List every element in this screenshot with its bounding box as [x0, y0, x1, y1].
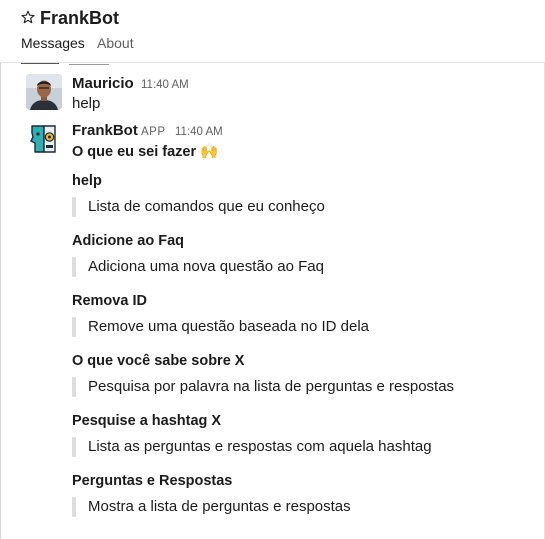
- avatar[interactable]: [26, 121, 62, 157]
- message-timestamp[interactable]: 11:40 AM: [175, 126, 223, 138]
- app-badge: APP: [141, 126, 166, 138]
- message-text: O que eu sei fazer 🙌: [72, 144, 219, 160]
- command-description: Lista de comandos que eu conheço: [88, 198, 325, 215]
- command-description: Lista as perguntas e respostas com aquel…: [88, 438, 432, 455]
- command-title: Adicione ao Faq: [72, 233, 184, 249]
- command-title: Remova ID: [72, 293, 147, 309]
- message-timestamp[interactable]: 11:40 AM: [141, 79, 189, 91]
- command-title: Pesquise a hashtag X: [72, 413, 222, 429]
- command-title: Perguntas e Respostas: [72, 473, 233, 489]
- channel-header: FrankBot Messages About: [0, 0, 545, 63]
- channel-title: FrankBot: [40, 8, 120, 28]
- message-text: help: [72, 95, 101, 112]
- tab-about[interactable]: About: [97, 35, 134, 51]
- window-left-border: [0, 0, 1, 539]
- avatar[interactable]: [26, 74, 62, 110]
- bot-avatar-image: [29, 124, 59, 154]
- star-icon[interactable]: [21, 10, 35, 24]
- quote-bar: [72, 377, 76, 397]
- user-avatar-image: [26, 74, 62, 110]
- quote-bar: [72, 437, 76, 457]
- message-sender[interactable]: FrankBot: [72, 122, 138, 139]
- quote-bar: [72, 497, 76, 517]
- quote-bar: [72, 257, 76, 277]
- quote-bar: [72, 197, 76, 217]
- command-description: Pesquisa por palavra na lista de pergunt…: [88, 378, 455, 395]
- command-description: Mostra a lista de perguntas e respostas: [88, 498, 351, 515]
- command-description: Adiciona uma nova questão ao Faq: [88, 258, 324, 275]
- message-sender[interactable]: Mauricio: [72, 75, 134, 92]
- quote-bar: [72, 317, 76, 337]
- command-title: O que você sabe sobre X: [72, 353, 245, 369]
- command-title: help: [72, 173, 102, 189]
- tab-messages[interactable]: Messages: [21, 35, 85, 51]
- command-description: Remove uma questão baseada no ID dela: [88, 318, 370, 335]
